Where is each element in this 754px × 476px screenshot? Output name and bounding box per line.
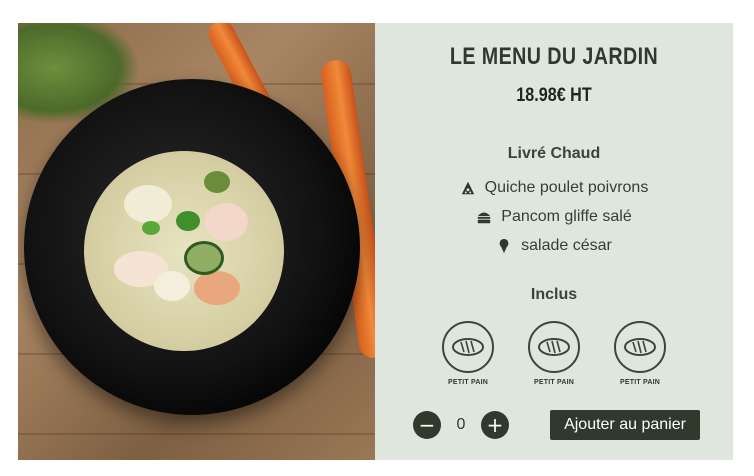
burger-icon <box>476 209 492 225</box>
ice-cream-icon <box>496 238 512 254</box>
menu-item: Quiche poulet poivrons <box>375 179 733 197</box>
included-item: PETIT PAIN <box>614 321 666 386</box>
product-card: LE MENU DU JARDIN 18.98€ HT Livré Chaud … <box>18 23 733 460</box>
included-items: PETIT PAIN PETIT PAIN PETIT PAIN <box>375 321 733 386</box>
included-item-label: PETIT PAIN <box>448 379 488 386</box>
increase-quantity-button[interactable]: + <box>481 411 509 439</box>
pizza-slice-icon <box>460 180 476 196</box>
stew <box>84 151 284 351</box>
menu-item-label: salade césar <box>521 237 612 254</box>
bread-icon <box>442 321 494 373</box>
add-to-cart-button[interactable]: Ajouter au panier <box>550 410 700 440</box>
included-item: PETIT PAIN <box>442 321 494 386</box>
cart-controls: − 0 + Ajouter au panier <box>375 410 733 440</box>
product-info: LE MENU DU JARDIN 18.98€ HT Livré Chaud … <box>375 23 733 460</box>
product-price: 18.98€ HT <box>516 85 592 106</box>
included-item-label: PETIT PAIN <box>534 379 574 386</box>
included-heading: Inclus <box>530 286 578 303</box>
bread-icon <box>528 321 580 373</box>
menu-item-label: Quiche poulet poivrons <box>484 179 649 196</box>
product-title: LE MENU DU JARDIN <box>449 43 659 70</box>
included-item: PETIT PAIN <box>528 321 580 386</box>
menu-item: Pancom gliffe salé <box>375 208 733 226</box>
product-photo <box>18 23 375 460</box>
quantity-value: 0 <box>456 416 466 433</box>
decrease-quantity-button[interactable]: − <box>413 411 441 439</box>
menu-item-label: Pancom gliffe salé <box>501 208 632 225</box>
bread-icon <box>614 321 666 373</box>
menu-item: salade césar <box>375 237 733 255</box>
delivery-heading: Livré Chaud <box>507 145 601 162</box>
included-item-label: PETIT PAIN <box>620 379 660 386</box>
